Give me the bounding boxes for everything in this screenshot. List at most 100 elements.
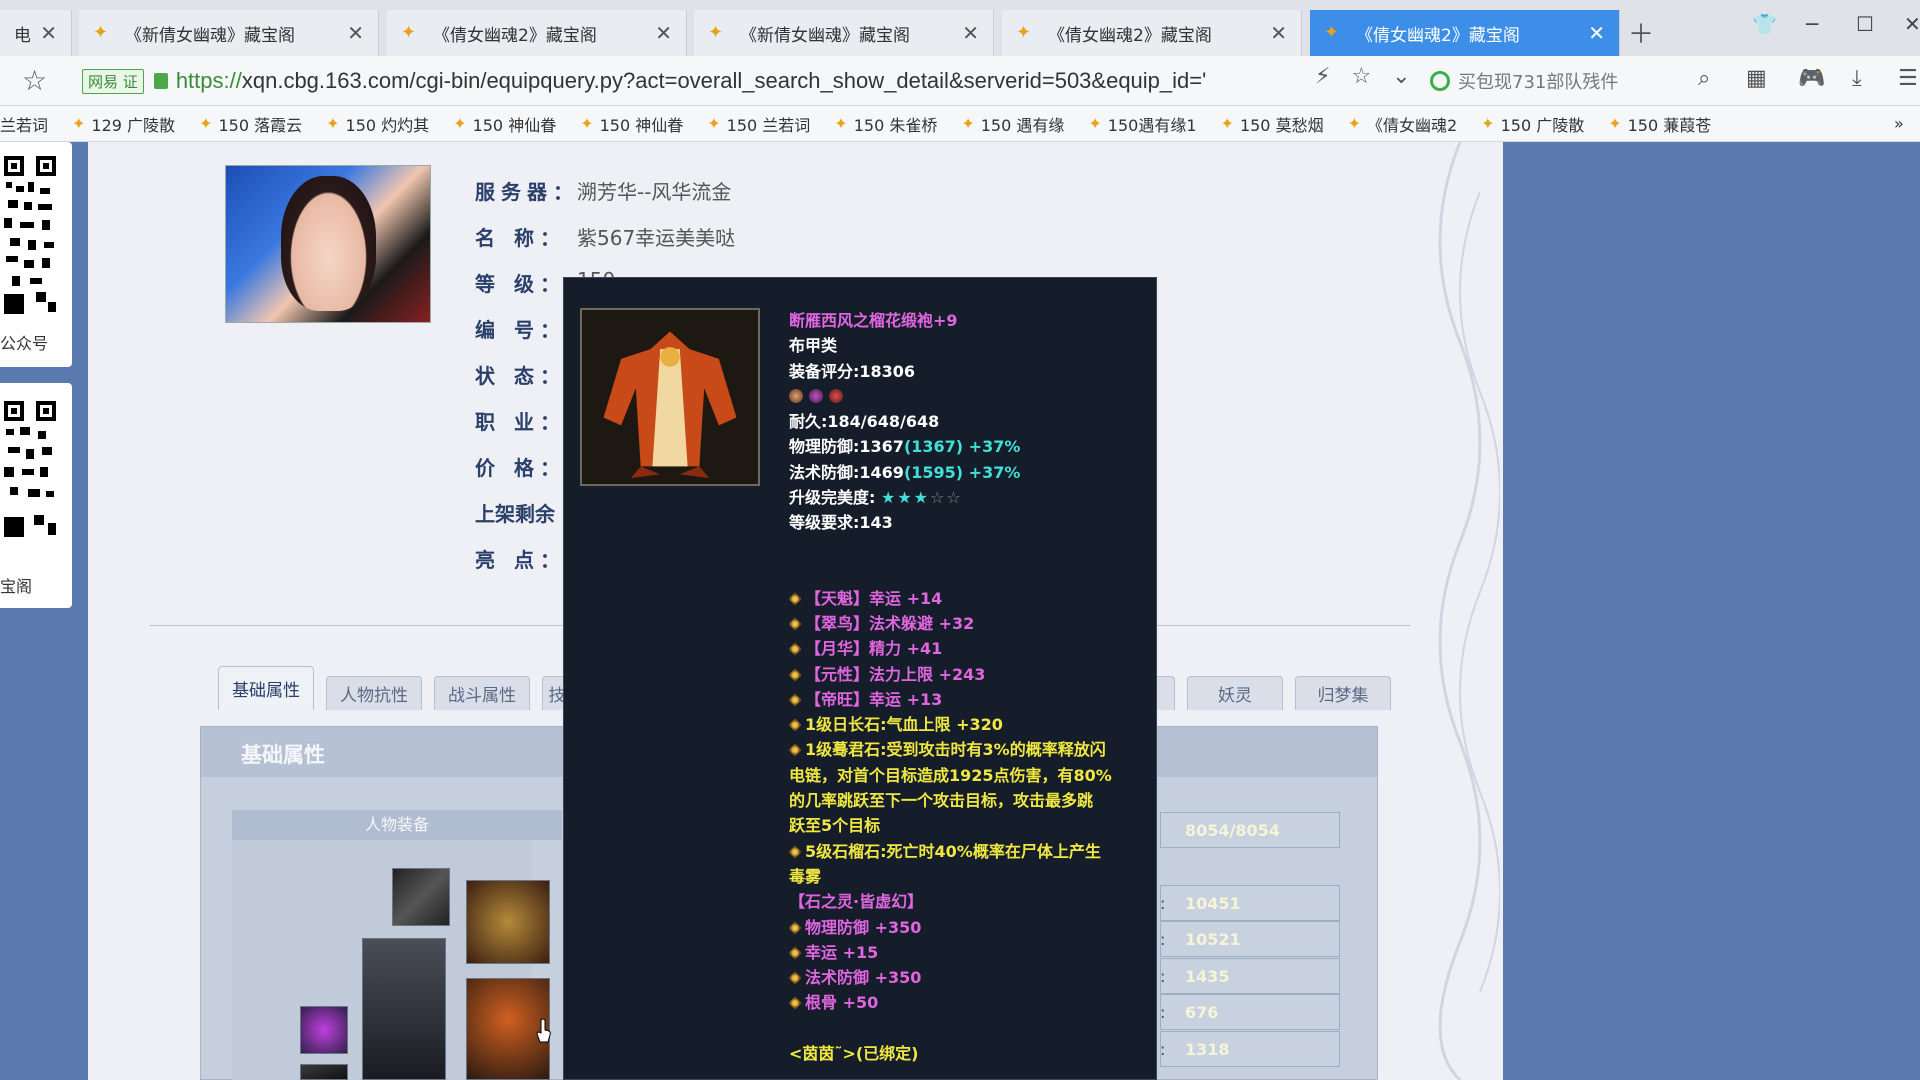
equip-slot-helmet[interactable] (466, 880, 550, 964)
favicon-icon: ✦ (1088, 114, 1102, 133)
item-category: 布甲类 (789, 336, 838, 356)
bullet-icon (788, 996, 802, 1011)
favicon-icon: ✦ (1324, 22, 1340, 43)
favicon-icon: ✦ (1347, 114, 1361, 133)
shirt-icon[interactable]: 👕 (1752, 12, 1777, 36)
stat-value: 10521 (1185, 930, 1241, 949)
bookmark-item[interactable]: ✦ 150 灼灼其 (326, 112, 429, 136)
equip-slot-weapon[interactable] (362, 938, 446, 1080)
favicon-icon: ✦ (1220, 114, 1234, 133)
tab-title: 《倩女幽魂2》藏宝阁 (433, 25, 597, 46)
download-icon[interactable]: ⤓ (1852, 66, 1862, 91)
bookmark-item[interactable]: ✦ 150 莫愁烟 (1221, 112, 1324, 136)
tab-0[interactable]: 电视剧 ✕ (0, 10, 72, 56)
bullet-icon (788, 693, 802, 707)
lightning-icon[interactable]: ⚡ (1315, 64, 1330, 89)
url-field[interactable]: 网易 证 https://xqn.cbg.163.com/cgi-bin/equ… (82, 60, 1402, 102)
lock-icon (153, 73, 168, 89)
stat-value: 1435 (1185, 967, 1230, 986)
bookmark-item[interactable]: ✦ 150遇有缘1 (1088, 112, 1196, 136)
tab-1[interactable]: ✦ 《新倩女幽魂》藏宝阁 ✕ (79, 10, 379, 56)
gem-line: 1级日长石:气血上限 +320 (788, 712, 1149, 737)
remain-time-label: 上架剩余 (475, 502, 555, 526)
bookmark-item[interactable]: ✦ 《倩女幽魂2 (1348, 112, 1458, 136)
qr-panel-bottom: 宝阁 (0, 383, 72, 608)
game-icon[interactable]: 🎮 (1798, 66, 1825, 91)
bookmark-item[interactable]: ✦ 150 落霞云 (199, 112, 302, 136)
favicon-icon: ✦ (199, 114, 213, 133)
status-label: 状 态： (475, 364, 566, 388)
tab-guimengji[interactable]: 归梦集 (1295, 676, 1391, 710)
item-name: 断雁西风之榴花缎袍+9 (789, 311, 958, 330)
bookmark-item[interactable]: ✦ 150 神仙眷 (580, 112, 683, 136)
attr-line: 【元性】法力上限 +243 (788, 662, 1149, 687)
tab-title: 《新倩女幽魂》藏宝阁 (740, 25, 910, 46)
tab-title: 《倩女幽魂2》藏宝阁 (1356, 25, 1520, 46)
apps-icon[interactable]: ▦ (1746, 66, 1767, 91)
equip-slot-ring[interactable] (300, 1006, 348, 1054)
close-icon[interactable]: ✕ (40, 21, 57, 45)
new-tab-button[interactable]: ＋ (1628, 14, 1654, 51)
tab-yaoling[interactable]: 妖灵 (1187, 676, 1283, 710)
favicon-icon: ✦ (834, 114, 848, 133)
bookmark-item[interactable]: ✦ 150 朱雀桥 (834, 112, 937, 136)
tab-5-active[interactable]: ✦ 《倩女幽魂2》藏宝阁 ✕ (1310, 10, 1620, 56)
menu-icon[interactable]: ☰ (1898, 66, 1918, 91)
job-label: 职 业： (475, 410, 566, 434)
security-badge: 网易 证 (82, 68, 144, 94)
garnet-icon (829, 388, 843, 403)
tab-resistance[interactable]: 人物抗性 (326, 676, 422, 710)
close-icon[interactable]: ✕ (347, 21, 364, 45)
star-rating-icon: ★★★☆☆ (880, 488, 963, 508)
search-box[interactable]: 买包现731部队残件 (1430, 64, 1730, 98)
amethyst-icon (809, 388, 823, 403)
bookmark-item[interactable]: ✦ 150 兰若词 (707, 112, 810, 136)
tab-3[interactable]: ✦ 《新倩女幽魂》藏宝阁 ✕ (694, 10, 994, 56)
set-attr: 幸运 +15 (788, 940, 1149, 965)
favicon-icon: ✦ (401, 22, 417, 43)
close-icon[interactable]: ✕ (655, 21, 672, 45)
panel-title: 基础属性 (241, 743, 325, 767)
bookmark-item[interactable]: ✦ 150 遇有缘 (961, 112, 1064, 136)
attr-line: 【翠鸟】法术躲避 +32 (788, 611, 1149, 636)
bookmark-item[interactable]: ✦ 150 神仙眷 (453, 112, 556, 136)
gem-line-cont: 跃至5个目标 (789, 816, 881, 836)
set-attr: 物理防御 +350 (788, 915, 1149, 940)
bookmark-item[interactable]: ✦ 129 广陵散 (72, 112, 175, 136)
star-icon[interactable]: ☆ (1351, 64, 1371, 89)
set-attr: 根骨 +50 (788, 990, 1149, 1015)
attr-line: 【帝旺】幸运 +13 (788, 687, 1149, 712)
stat-value: 10451 (1185, 894, 1241, 913)
more-bookmarks-icon[interactable]: » (1894, 114, 1904, 133)
maximize-icon[interactable]: ☐ (1856, 12, 1874, 36)
search-icon[interactable]: ⌕ (1698, 66, 1710, 91)
close-icon[interactable]: ✕ (962, 21, 979, 45)
close-icon[interactable]: ✕ (1588, 21, 1605, 45)
favicon-icon: ✦ (961, 114, 975, 133)
bookmark-item[interactable]: ✦ 150 蒹葭苍 (1608, 112, 1711, 136)
owner-binding: <茵茵˜>(已绑定) (789, 1043, 919, 1063)
minimize-icon[interactable]: ─ (1806, 12, 1818, 36)
highlight-label: 亮 点： (475, 548, 566, 572)
price-label: 价 格： (475, 456, 566, 480)
close-window-icon[interactable]: ✕ (1904, 12, 1920, 36)
favicon-icon: ✦ (707, 114, 721, 133)
tab-2[interactable]: ✦ 《倩女幽魂2》藏宝阁 ✕ (387, 10, 687, 56)
equip-slot-necklace[interactable] (392, 868, 450, 926)
gem-line-cont: 毒雾 (789, 866, 822, 886)
chevron-down-icon[interactable]: ⌄ (1392, 64, 1410, 89)
tab-4[interactable]: ✦ 《倩女幽魂2》藏宝阁 ✕ (1002, 10, 1302, 56)
phys-def: 物理防御:1367(1367) +37% (789, 437, 1021, 457)
item-durability: 耐久:184/648/648 (789, 412, 940, 432)
equip-slot-bottom[interactable] (300, 1064, 348, 1080)
bullet-icon (788, 667, 802, 682)
bookmark-star-icon[interactable]: ☆ (22, 64, 47, 97)
favicon-icon: ✦ (1608, 114, 1622, 133)
server-label: 服务器： (475, 180, 579, 204)
tab-basic-attributes[interactable]: 基础属性 (218, 666, 314, 710)
bookmark-item[interactable]: ✦ 150 广陵散 (1481, 112, 1584, 136)
favicon-icon: ✦ (453, 114, 467, 133)
close-icon[interactable]: ✕ (1270, 21, 1287, 45)
bookmark-item[interactable]: 兰若词 (0, 112, 48, 136)
tab-combat[interactable]: 战斗属性 (434, 676, 530, 710)
